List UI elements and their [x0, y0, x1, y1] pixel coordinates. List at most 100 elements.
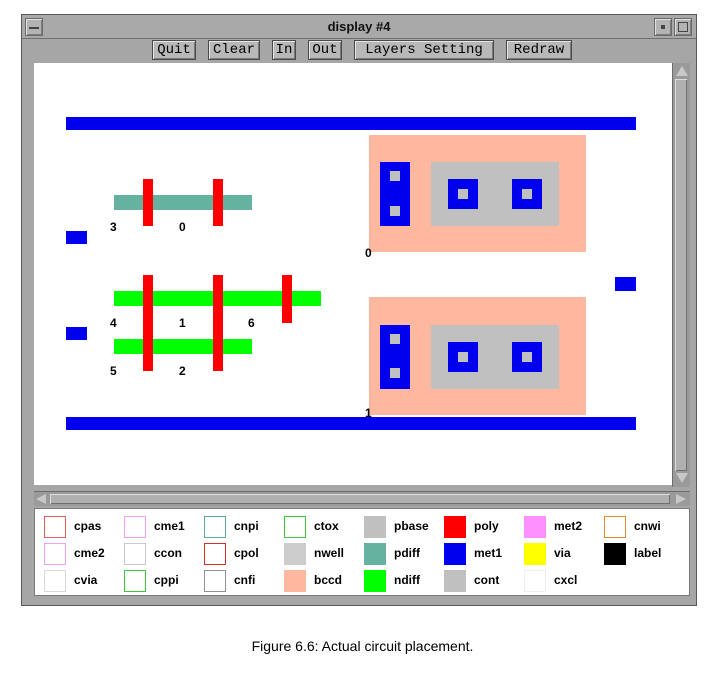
legend-label: met2	[554, 519, 583, 533]
legend-swatch	[204, 570, 226, 592]
poly-gate	[143, 275, 153, 371]
legend-label: cme2	[74, 546, 105, 560]
node-label: 2	[179, 364, 186, 378]
legend-swatch	[364, 570, 386, 592]
title-bar[interactable]: display #4	[22, 15, 696, 39]
scroll-left-icon[interactable]	[36, 494, 46, 504]
layers-setting-button[interactable]: Layers Setting	[354, 40, 494, 60]
node-label: 3	[110, 220, 117, 234]
node-label: 0	[179, 220, 186, 234]
legend-swatch	[604, 516, 626, 538]
legend-item-poly[interactable]: poly	[444, 516, 524, 538]
vertical-scrollbar[interactable]	[672, 63, 690, 487]
legend-item-cpol[interactable]: cpol	[204, 543, 284, 565]
legend-item-met2[interactable]: met2	[524, 516, 604, 538]
scroll-right-icon[interactable]	[676, 494, 686, 504]
minimize-icon	[661, 25, 665, 29]
poly-gate	[213, 275, 223, 371]
zoom-in-button[interactable]: In	[272, 40, 296, 60]
scroll-up-icon[interactable]	[676, 66, 688, 76]
layout-canvas[interactable]: 3 0 0 4 1 6 5 2 1	[34, 63, 672, 485]
legend-swatch	[604, 543, 626, 565]
quit-button[interactable]: Quit	[152, 40, 196, 60]
node-label: 1	[179, 316, 186, 330]
legend-label: cxcl	[554, 573, 578, 587]
clear-button[interactable]: Clear	[208, 40, 260, 60]
legend-swatch	[284, 543, 306, 565]
legend-label: cnpi	[234, 519, 259, 533]
legend-item-ndiff[interactable]: ndiff	[364, 570, 444, 592]
legend-item-cme2[interactable]: cme2	[44, 543, 124, 565]
legend-label: met1	[474, 546, 503, 560]
contact-cut	[458, 352, 468, 362]
legend-item-via[interactable]: via	[524, 543, 604, 565]
legend-label: ctox	[314, 519, 339, 533]
legend-item-label[interactable]: label	[604, 543, 684, 565]
contact-cut	[390, 334, 400, 344]
legend-swatch	[284, 570, 306, 592]
display-window: display #4 Quit Clear In Out Layers Sett…	[21, 14, 697, 606]
minimize-button[interactable]	[654, 18, 672, 36]
horizontal-scroll-thumb[interactable]	[50, 494, 670, 504]
zoom-out-button[interactable]: Out	[308, 40, 342, 60]
legend-item-cnwi[interactable]: cnwi	[604, 516, 684, 538]
legend-item-nwell[interactable]: nwell	[284, 543, 364, 565]
contact-cut	[390, 368, 400, 378]
legend-item-pbase[interactable]: pbase	[364, 516, 444, 538]
ndiff-strip	[114, 339, 252, 354]
legend-swatch	[364, 516, 386, 538]
node-label: 4	[110, 316, 117, 330]
legend-label: ccon	[154, 546, 183, 560]
legend-swatch	[444, 570, 466, 592]
legend-item-cppi[interactable]: cppi	[124, 570, 204, 592]
legend-swatch	[524, 516, 546, 538]
legend-label: bccd	[314, 573, 343, 587]
window-title: display #4	[327, 19, 391, 34]
legend-swatch	[44, 570, 66, 592]
met1-pin	[66, 231, 87, 244]
node-label: 6	[248, 316, 255, 330]
legend-item-ctox[interactable]: ctox	[284, 516, 364, 538]
legend-label: cont	[474, 573, 500, 587]
legend-item-pdiff[interactable]: pdiff	[364, 543, 444, 565]
toolbar: Quit Clear In Out Layers Setting Redraw	[22, 40, 696, 62]
legend-label: via	[554, 546, 571, 560]
vertical-scroll-thumb[interactable]	[675, 79, 687, 471]
legend-label: cpas	[74, 519, 102, 533]
maximize-button[interactable]	[674, 18, 692, 36]
legend-item-cvia[interactable]: cvia	[44, 570, 124, 592]
legend-item-ccon[interactable]: ccon	[124, 543, 204, 565]
bottom-power-rail	[66, 417, 636, 430]
legend-label: pdiff	[394, 546, 420, 560]
horizontal-scrollbar[interactable]	[34, 491, 690, 506]
legend-item-cont[interactable]: cont	[444, 570, 524, 592]
legend-item-bccd[interactable]: bccd	[284, 570, 364, 592]
legend-swatch	[204, 516, 226, 538]
layer-legend: cpas cme1 cnpi ctox pbase poly met2 cnwi cme2 cco…	[34, 508, 690, 596]
legend-item-cnfi[interactable]: cnfi	[204, 570, 284, 592]
redraw-button[interactable]: Redraw	[506, 40, 572, 60]
maximize-icon	[678, 22, 688, 32]
legend-swatch	[364, 543, 386, 565]
legend-swatch	[124, 516, 146, 538]
legend-swatch	[44, 516, 66, 538]
met1-pin	[615, 277, 636, 291]
node-label: 1	[365, 406, 372, 420]
legend-swatch	[524, 543, 546, 565]
legend-swatch	[524, 570, 546, 592]
legend-item-cxcl[interactable]: cxcl	[524, 570, 604, 592]
contact-cut	[390, 171, 400, 181]
legend-label: cnwi	[634, 519, 661, 533]
scroll-down-icon[interactable]	[676, 473, 688, 483]
pdiff-strip	[114, 195, 252, 210]
legend-swatch	[284, 516, 306, 538]
legend-label: pbase	[394, 519, 429, 533]
legend-item-cnpi[interactable]: cnpi	[204, 516, 284, 538]
legend-item-cpas[interactable]: cpas	[44, 516, 124, 538]
legend-label: label	[634, 546, 662, 560]
legend-label: nwell	[314, 546, 345, 560]
legend-item-cme1[interactable]: cme1	[124, 516, 204, 538]
legend-item-met1[interactable]: met1	[444, 543, 524, 565]
poly-gate	[143, 179, 153, 226]
contact-cut	[522, 189, 532, 199]
